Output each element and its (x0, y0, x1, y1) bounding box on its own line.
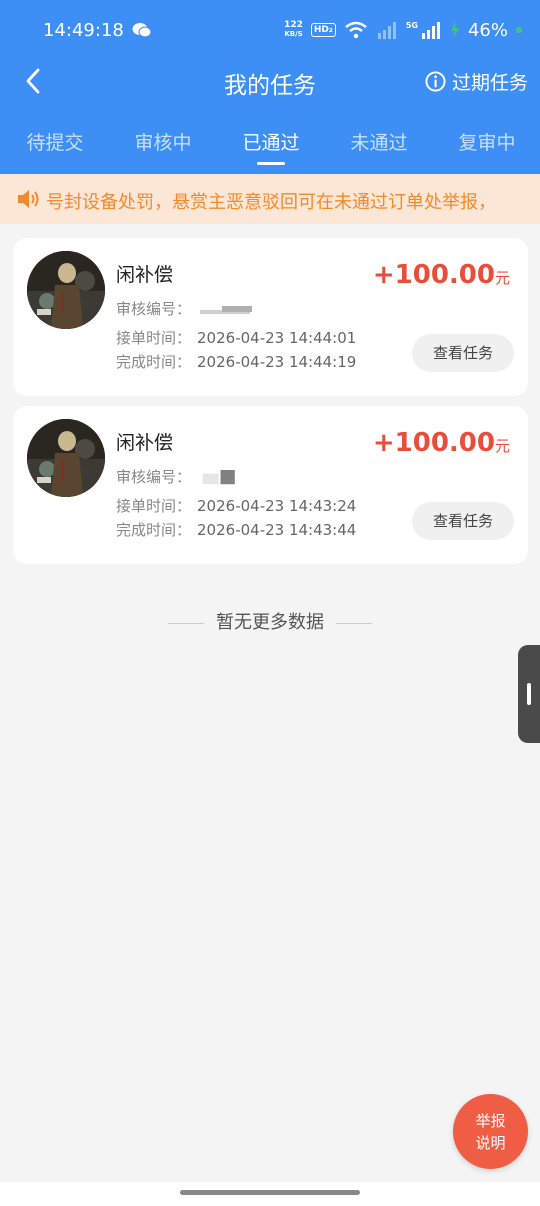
status-bar: 14:49:18 122 KB/S HD₂ 5G 46% (0, 0, 540, 60)
review-number-row: 审核编号： (116, 466, 250, 487)
accept-time-row: 接单时间： 2026-04-23 14:44:01 (116, 329, 357, 347)
task-title: 闲补偿 (116, 432, 174, 454)
home-indicator[interactable] (180, 1190, 360, 1195)
reward-amount: +100.00元 (372, 260, 510, 290)
side-drawer-handle[interactable] (518, 645, 540, 743)
reward-amount: +100.00元 (372, 428, 510, 458)
task-card[interactable]: 闲补偿 +100.00元 审核编号： 接单时间： 2026-04-23 14:44… (13, 238, 528, 396)
tab-re-review[interactable]: 复审中 (432, 128, 540, 155)
report-info-button[interactable]: 举报 说明 (453, 1094, 528, 1169)
notice-text: 号封设备处罚，悬赏主恶意驳回可在未通过订单处举报， (46, 192, 496, 213)
finish-time-row: 完成时间： 2026-04-23 14:43:44 (116, 521, 357, 539)
info-icon (425, 71, 446, 92)
avatar (27, 251, 105, 329)
notice-banner: 号封设备处罚，悬赏主恶意驳回可在未通过订单处举报， (0, 174, 540, 224)
redacted-review-number (202, 469, 235, 484)
tab-approved[interactable]: 已通过 (216, 128, 326, 155)
divider-left (168, 622, 204, 624)
gesture-bar (0, 1182, 540, 1206)
finish-time-row: 完成时间： 2026-04-23 14:44:19 (116, 353, 357, 371)
wechat-icon (132, 23, 152, 38)
status-time: 14:49:18 (43, 20, 124, 41)
no-more-label: 暂无更多数据 (216, 612, 324, 633)
avatar (27, 419, 105, 497)
task-card[interactable]: 闲补偿 +100.00元 审核编号： 接单时间： 2026-04-23 14:43… (13, 406, 528, 564)
divider-right (336, 622, 372, 624)
signal-icon-sim2 (421, 22, 440, 39)
tab-bar: 待提交 审核中 已通过 未通过 复审中 (0, 118, 540, 174)
expired-tasks-button[interactable]: 过期任务 (425, 68, 528, 95)
wifi-icon (345, 21, 367, 39)
expired-tasks-label: 过期任务 (451, 72, 528, 94)
speaker-icon (18, 190, 39, 208)
hd-icon: HD₂ (310, 23, 336, 37)
handle-grip-icon (527, 683, 531, 705)
charging-icon (450, 21, 459, 39)
nav-bar: 我的任务 过期任务 (0, 60, 540, 104)
header: 14:49:18 122 KB/S HD₂ 5G 46% 我的任务 过期任务 待… (0, 0, 540, 174)
no-more-data: 暂无更多数据 (0, 608, 540, 634)
active-tab-indicator (257, 162, 285, 165)
net-speed: 122 KB/S (284, 20, 303, 39)
redacted-review-number (199, 305, 252, 314)
tab-pending-submit[interactable]: 待提交 (0, 128, 110, 155)
accept-time-row: 接单时间： 2026-04-23 14:43:24 (116, 497, 357, 515)
view-task-button[interactable]: 查看任务 (412, 502, 514, 540)
tab-rejected[interactable]: 未通过 (324, 128, 434, 155)
network-type: 5G (405, 20, 418, 30)
battery-level: 46% (467, 19, 508, 41)
view-task-button[interactable]: 查看任务 (412, 334, 514, 372)
battery-dot-icon (516, 27, 522, 33)
signal-icon-sim1 (377, 22, 396, 39)
task-title: 闲补偿 (116, 264, 174, 286)
tab-under-review[interactable]: 审核中 (108, 128, 218, 155)
status-indicators: 122 KB/S HD₂ 5G 46% (284, 18, 522, 42)
review-number-row: 审核编号： (116, 298, 260, 319)
